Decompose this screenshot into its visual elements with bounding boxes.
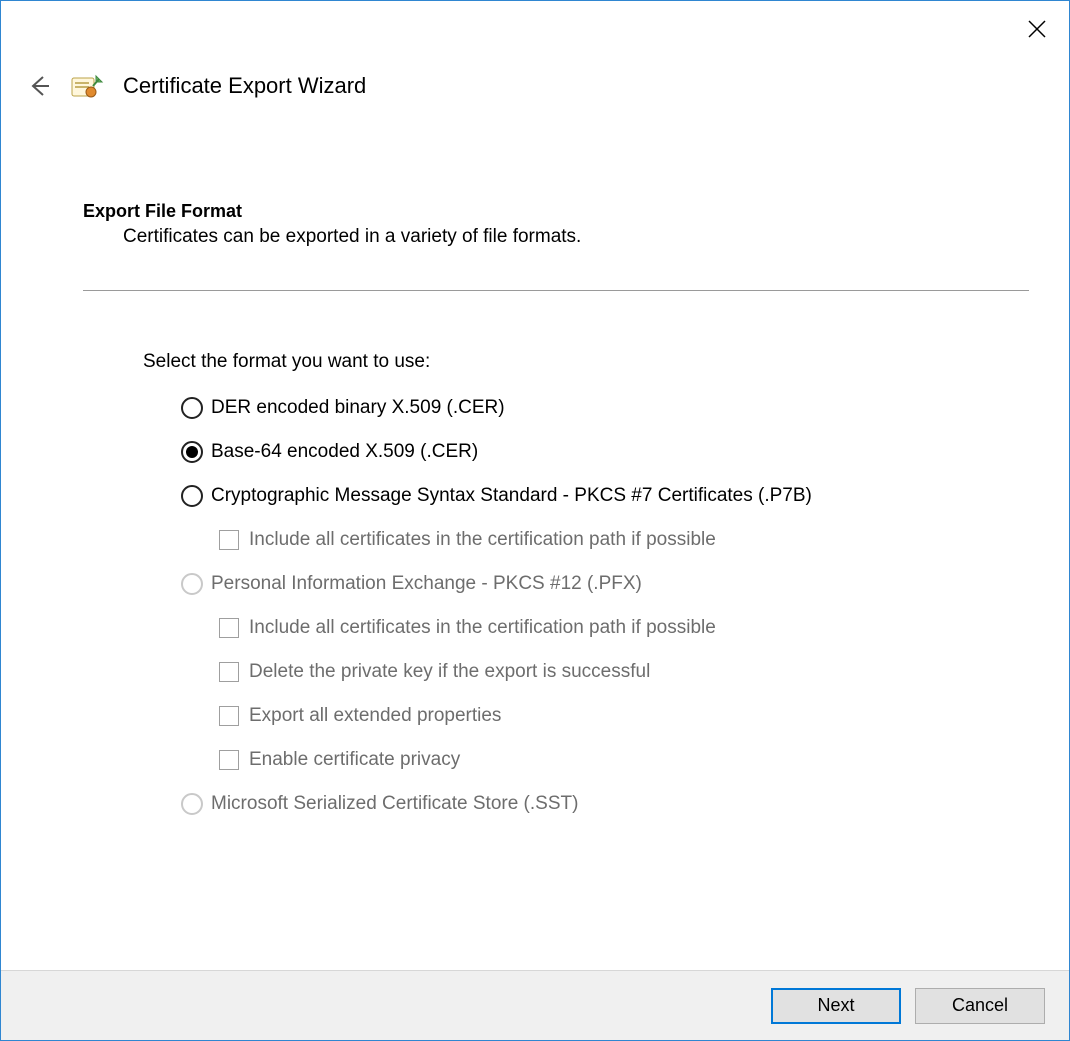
radio-icon <box>181 573 203 595</box>
format-prompt: Select the format you want to use: <box>143 351 1029 373</box>
checkbox-icon <box>219 706 239 726</box>
cancel-button[interactable]: Cancel <box>915 988 1045 1024</box>
wizard-title: Certificate Export Wizard <box>123 73 366 99</box>
button-label: Cancel <box>952 995 1008 1016</box>
option-label: Cryptographic Message Syntax Standard - … <box>211 485 812 507</box>
option-der[interactable]: DER encoded binary X.509 (.CER) <box>181 397 1029 419</box>
radio-icon <box>181 441 203 463</box>
option-pfx-include-chain: Include all certificates in the certific… <box>219 617 1029 639</box>
sub-option-label: Include all certificates in the certific… <box>249 617 716 639</box>
content-area: Export File Format Certificates can be e… <box>83 201 1029 837</box>
section-title: Export File Format <box>83 201 1029 222</box>
option-pfx-extended-props: Export all extended properties <box>219 705 1029 727</box>
option-base64[interactable]: Base-64 encoded X.509 (.CER) <box>181 441 1029 463</box>
option-sst: Microsoft Serialized Certificate Store (… <box>181 793 1029 815</box>
option-pfx-delete-key: Delete the private key if the export is … <box>219 661 1029 683</box>
sub-option-label: Include all certificates in the certific… <box>249 529 716 551</box>
back-button[interactable] <box>23 71 53 101</box>
certificate-icon <box>71 72 105 100</box>
close-icon <box>1027 19 1047 39</box>
option-pfx-cert-privacy: Enable certificate privacy <box>219 749 1029 771</box>
radio-icon <box>181 793 203 815</box>
checkbox-icon <box>219 530 239 550</box>
section-subtitle: Certificates can be exported in a variet… <box>123 226 1029 248</box>
checkbox-icon <box>219 750 239 770</box>
option-label: Base-64 encoded X.509 (.CER) <box>211 441 478 463</box>
option-label: Microsoft Serialized Certificate Store (… <box>211 793 578 815</box>
sub-option-label: Export all extended properties <box>249 705 501 727</box>
checkbox-icon <box>219 618 239 638</box>
button-label: Next <box>817 995 854 1016</box>
option-pfx: Personal Information Exchange - PKCS #12… <box>181 573 1029 595</box>
radio-icon <box>181 485 203 507</box>
close-button[interactable] <box>1023 15 1051 43</box>
format-options: DER encoded binary X.509 (.CER) Base-64 … <box>181 397 1029 815</box>
checkbox-icon <box>219 662 239 682</box>
wizard-footer: Next Cancel <box>1 970 1069 1040</box>
sub-option-label: Delete the private key if the export is … <box>249 661 650 683</box>
option-p7b[interactable]: Cryptographic Message Syntax Standard - … <box>181 485 1029 507</box>
next-button[interactable]: Next <box>771 988 901 1024</box>
option-p7b-include-chain: Include all certificates in the certific… <box>219 529 1029 551</box>
radio-icon <box>181 397 203 419</box>
wizard-header: Certificate Export Wizard <box>23 71 366 101</box>
sub-option-label: Enable certificate privacy <box>249 749 460 771</box>
option-label: DER encoded binary X.509 (.CER) <box>211 397 505 419</box>
option-label: Personal Information Exchange - PKCS #12… <box>211 573 642 595</box>
divider <box>83 290 1029 291</box>
back-arrow-icon <box>25 73 51 99</box>
